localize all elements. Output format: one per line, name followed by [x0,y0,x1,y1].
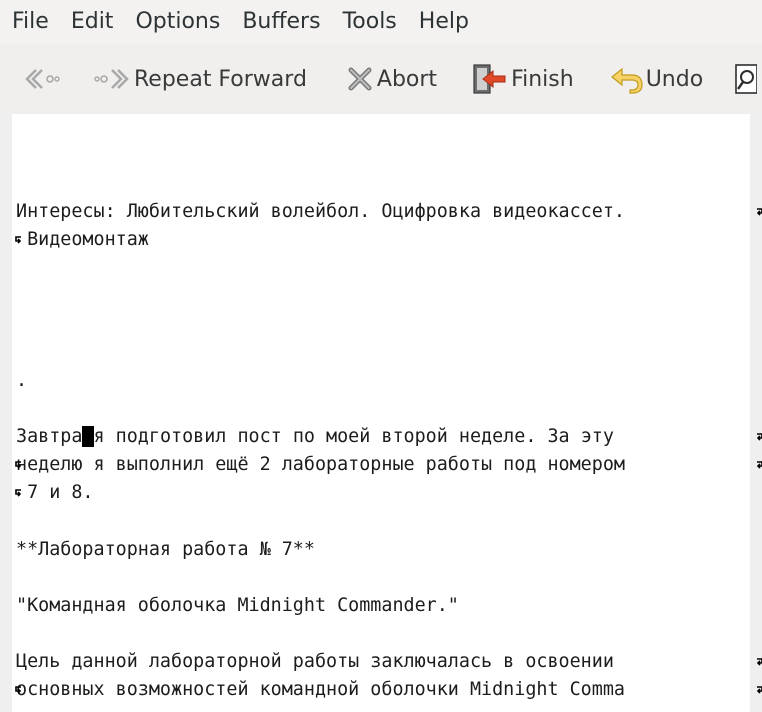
abort-label: Abort [376,66,438,92]
text-line: **Лабораторная работа № 7** [16,539,315,560]
text-line: "Командная оболочка Midnight Commander." [16,595,459,616]
menu-edit[interactable]: Edit [71,0,114,44]
undo-button[interactable]: Undo [608,59,703,99]
menu-file[interactable]: File [12,0,49,44]
truncation-right-icon [756,686,762,694]
toolbar: Repeat Forward Abort Finish Undo [0,44,762,114]
menu-bar: File Edit Options Buffers Tools Help [0,0,762,44]
menu-buffers[interactable]: Buffers [242,0,320,44]
wrap-right-icon [756,658,762,666]
abort-icon [348,67,372,91]
repeat-forward-label: Repeat Forward [134,66,307,92]
finish-label: Finish [511,66,574,92]
undo-icon [610,67,643,94]
finish-icon [473,64,506,94]
menu-tools[interactable]: Tools [343,0,397,44]
text-line: Интересы: Любительский волейбол. Оцифров… [16,201,625,222]
repeat-forward-icon [94,69,129,89]
menu-options[interactable]: Options [135,0,220,44]
wrap-right-icon [756,433,762,441]
text-cursor [82,426,94,447]
undo-label: Undo [645,66,704,92]
text-line: 7 и 8. [16,482,94,503]
repeat-backward-button[interactable] [22,59,60,99]
text-line: основных возможностей командной оболочки… [16,679,625,700]
search-icon [735,64,758,94]
text-after-cursor: я подготовил пост по моей второй неделе.… [93,426,614,447]
wrap-left-icon [15,461,22,469]
wrap-left-icon [15,236,22,244]
text-line: неделю я выполнил ещё 2 лабораторные раб… [16,454,625,475]
text-line: . [16,370,28,391]
text-before-cursor: Завтра [16,426,83,447]
search-button[interactable] [735,59,758,99]
menu-help[interactable]: Help [419,0,469,44]
wrap-left-icon [15,686,22,694]
abort-button[interactable]: Abort [345,59,437,99]
repeat-forward-button[interactable]: Repeat Forward [94,59,307,99]
wrap-right-icon [756,208,762,216]
text-editor[interactable]: Интересы: Любительский волейбол. Оцифров… [12,114,762,712]
text-line-cursor: Завтра я подготовил пост по моей второй … [16,423,614,451]
text-line: Цель данной лабораторной работы заключал… [16,651,614,672]
text-line: Видеомонтаж [16,229,149,250]
wrap-left-icon [15,489,22,497]
finish-button[interactable]: Finish [471,59,574,99]
repeat-backward-icon [25,69,60,89]
wrap-right-icon [756,461,762,469]
